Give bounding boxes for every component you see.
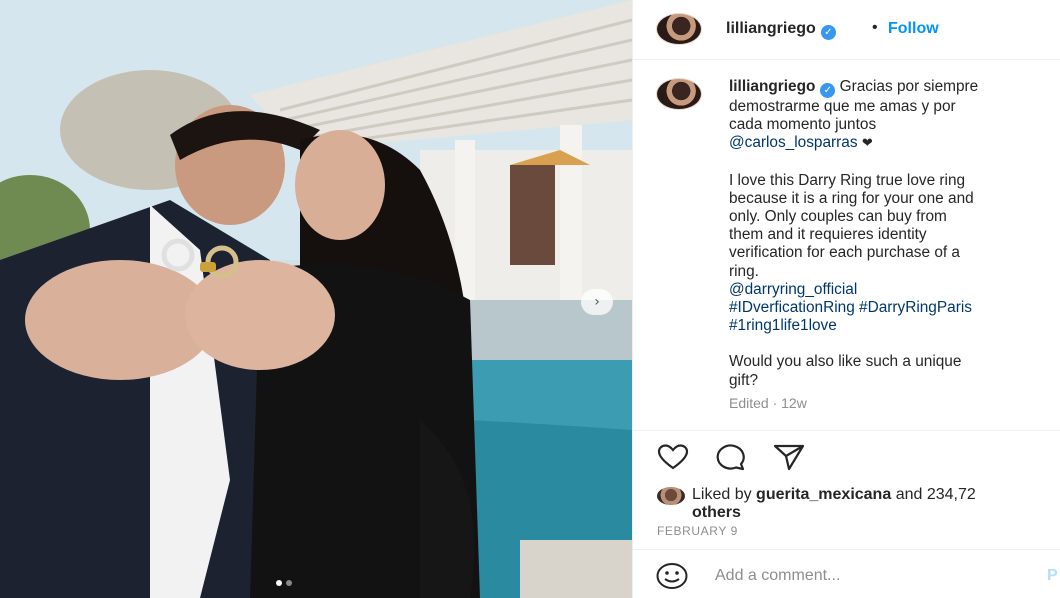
hashtag-idverification[interactable]: #IDverficationRing xyxy=(729,299,855,316)
post-comment-button[interactable]: P xyxy=(1047,567,1058,585)
carousel-dot-1 xyxy=(276,580,282,586)
hashtag-1ring1life1love[interactable]: #1ring1life1love xyxy=(729,317,1060,335)
mention-carlos[interactable]: @carlos_losparras xyxy=(729,134,858,151)
caption-p2-line-1: I love this Darry Ring true love ring xyxy=(729,171,966,189)
caption-line-1: Gracias por siempre xyxy=(839,78,979,95)
follow-button[interactable]: Follow xyxy=(888,20,939,38)
caption-username[interactable]: lilliangriego xyxy=(729,78,815,95)
comment-input[interactable] xyxy=(715,565,1015,587)
post-date[interactable]: FEBRUARY 9 xyxy=(657,524,738,538)
edited-timestamp: Edited · 12w xyxy=(729,394,807,411)
hashtag-darryringparis[interactable]: #DarryRingParis xyxy=(859,299,972,316)
post-photo-illustration xyxy=(0,0,632,598)
likes-prefix: Liked by xyxy=(692,486,752,503)
verified-icon: ✓ xyxy=(820,25,836,40)
caption-p3-line-2: gift? xyxy=(729,371,759,389)
emoji-icon xyxy=(656,563,688,589)
emoji-button[interactable] xyxy=(655,562,689,590)
caption-p2-line-5: verification for each purchase of a xyxy=(729,244,960,262)
caption-p2-line-4: them and it requieres identity xyxy=(729,226,927,244)
caption-p2-line-3: only. Only couples can buy from xyxy=(729,208,947,226)
author-username-text[interactable]: lilliangriego xyxy=(726,20,816,37)
share-button[interactable] xyxy=(771,443,807,471)
comment-icon xyxy=(716,444,745,471)
author-username[interactable]: lilliangriego ✓ xyxy=(726,20,836,40)
heart-emoji: ❤ xyxy=(861,136,873,152)
post-side-panel: lilliangriego ✓ • Follow lilliangriego ✓ G… xyxy=(632,0,1060,598)
share-icon xyxy=(773,444,805,471)
liker-username[interactable]: guerita_mexicana xyxy=(756,486,891,503)
carousel-next-button[interactable]: › xyxy=(581,289,613,315)
mention-darryring[interactable]: @darryring_official xyxy=(729,281,1060,299)
post-actions xyxy=(655,443,807,471)
chevron-right-icon: › xyxy=(594,294,600,310)
caption-paragraph-3: Would you also like such a unique gift? xyxy=(729,353,1060,389)
caption-verified-icon: ✓ xyxy=(820,83,836,98)
carousel-indicator xyxy=(276,580,292,586)
like-button[interactable] xyxy=(655,443,691,471)
caption-p2-line-6: ring. xyxy=(729,262,759,280)
likes-others-link[interactable]: others xyxy=(692,504,741,522)
caption-p3-line-1: Would you also like such a unique xyxy=(729,353,962,371)
author-avatar[interactable] xyxy=(656,13,702,45)
caption-line-3: cada momento juntos xyxy=(729,116,877,134)
header-separator: • xyxy=(872,19,878,36)
carousel-dot-2 xyxy=(286,580,292,586)
likes-middle: and 234,72 xyxy=(895,486,976,503)
caption-author-avatar[interactable] xyxy=(656,78,702,110)
post-caption: lilliangriego ✓ Gracias por siempre demos… xyxy=(729,78,1060,412)
caption-p2-line-2: because it is a ring for your one and xyxy=(729,189,974,207)
comment-button[interactable] xyxy=(713,443,749,471)
add-comment-bar: P xyxy=(633,549,1060,598)
caption-line-2: demostrarme que me amas y por xyxy=(729,98,956,115)
caption-section: lilliangriego ✓ Gracias por siempre demos… xyxy=(633,61,1060,431)
liker-avatar[interactable] xyxy=(657,487,685,505)
post-header: lilliangriego ✓ • Follow xyxy=(633,0,1060,60)
heart-icon xyxy=(657,444,689,470)
caption-paragraph-2: I love this Darry Ring true love ring be… xyxy=(729,172,1060,336)
post-image[interactable]: › xyxy=(0,0,632,598)
